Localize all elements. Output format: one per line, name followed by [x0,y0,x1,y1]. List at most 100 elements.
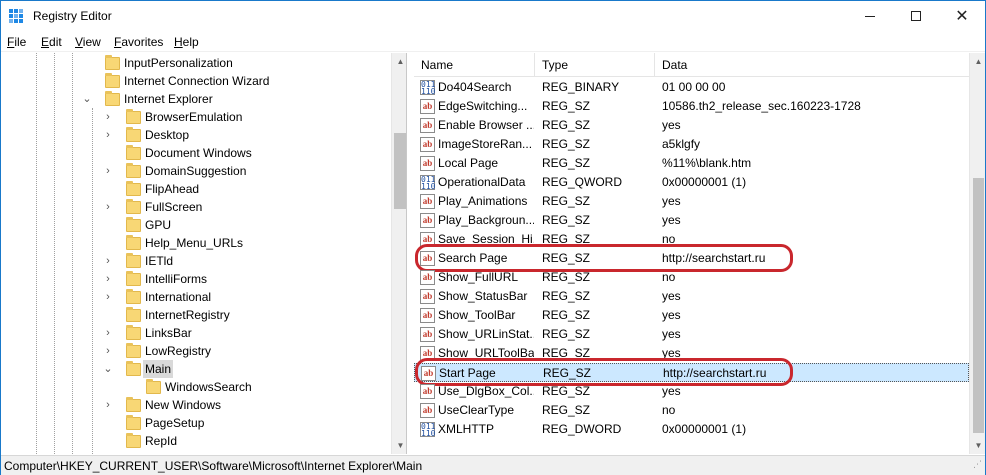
chevron-down-icon[interactable]: ⌄ [82,90,92,108]
tree-item[interactable]: › International [2,288,390,306]
chevron-right-icon[interactable]: › [103,342,113,360]
value-row[interactable]: ab Local Page REG_SZ %11%\blank.htm [414,154,969,173]
tree-item[interactable]: › DomainSuggestion [2,162,390,180]
folder-icon [126,433,141,448]
value-type: REG_SZ [542,308,591,322]
tree-item-label: LinksBar [145,326,192,340]
tree-item-label: FlipAhead [145,182,200,196]
chevron-right-icon[interactable]: › [103,288,113,306]
minimize-icon [865,15,875,17]
tree-item[interactable]: Help_Menu_URLs [2,234,390,252]
value-row[interactable]: ab Play_Backgroun... REG_SZ yes [414,211,969,230]
chevron-right-icon[interactable]: › [103,162,113,180]
tree-item[interactable]: InputPersonalization [2,54,390,72]
tree-item[interactable]: › New Windows [2,396,390,414]
tree-item[interactable]: › FullScreen [2,198,390,216]
value-row[interactable]: 011 110 OperationalData REG_QWORD 0x00000001… [414,173,969,192]
tree-item[interactable]: › IntelliForms [2,270,390,288]
tree-item[interactable]: ⌄ Internet Explorer [2,90,390,108]
value-row[interactable]: ab Show_StatusBar REG_SZ yes [414,287,969,306]
menu-file[interactable]: File [7,35,26,49]
values-scrollbar[interactable]: ▲ ▼ [969,53,985,454]
value-row[interactable]: ab Show_ToolBar REG_SZ yes [414,306,969,325]
tree-item[interactable]: RepId [2,432,390,450]
scroll-down-arrow-icon[interactable]: ▼ [970,437,985,454]
scroll-up-arrow-icon[interactable]: ▲ [392,53,406,70]
value-data: 0x00000001 (1) [662,422,747,436]
chevron-right-icon[interactable]: › [103,108,113,126]
value-type: REG_SZ [542,289,591,303]
menu-help[interactable]: Help [174,35,199,49]
status-path: Computer\HKEY_CURRENT_USER\Software\Micr… [4,459,423,473]
values-list-pane[interactable]: Name Type Data 011 110 Do404Search REG_BINA… [414,53,985,454]
value-type: REG_SZ [542,327,591,341]
close-icon: ✕ [955,8,969,25]
column-header-name[interactable]: Name [414,53,535,77]
title-bar[interactable]: Registry Editor ✕ [1,1,985,31]
chevron-right-icon[interactable]: › [103,396,113,414]
folder-icon [126,307,141,322]
key-tree-pane[interactable]: InputPersonalization Internet Connection … [2,53,407,454]
value-type: REG_SZ [542,384,591,398]
value-data: yes [662,289,681,303]
folder-icon [126,127,141,142]
close-button[interactable]: ✕ [939,1,985,31]
value-row[interactable]: ab Show_URLinStat... REG_SZ yes [414,325,969,344]
value-row[interactable]: ab Enable Browser ... REG_SZ yes [414,116,969,135]
chevron-right-icon[interactable]: › [103,252,113,270]
value-row[interactable]: ab UseClearType REG_SZ no [414,401,969,420]
menu-edit[interactable]: Edit [41,35,62,49]
tree-item[interactable]: › IETld [2,252,390,270]
tree-item[interactable]: Document Windows [2,144,390,162]
tree-item[interactable]: WindowsSearch [2,378,390,396]
folder-icon [126,109,141,124]
registry-editor-window: Registry Editor ✕ File Edit View Favorit… [0,0,986,475]
value-name: EdgeSwitching... [438,99,528,113]
tree-item[interactable]: › LinksBar [2,324,390,342]
column-header-data[interactable]: Data [655,53,969,77]
status-bar: Computer\HKEY_CURRENT_USER\Software\Micr… [1,455,985,475]
chevron-right-icon[interactable]: › [103,270,113,288]
minimize-button[interactable] [847,1,893,31]
value-row[interactable]: 011 110 Do404Search REG_BINARY 01 00 00 00 [414,78,969,97]
string-value-icon: ab [420,213,435,228]
value-row[interactable]: ab Play_Animations REG_SZ yes [414,192,969,211]
tree-item[interactable]: › Desktop [2,126,390,144]
tree-item[interactable]: ⌄ Main [2,360,390,378]
tree-scrollbar[interactable]: ▲ ▼ [391,53,406,454]
resize-grip-icon[interactable]: ⋰ [970,460,982,473]
tree-item[interactable]: InternetRegistry [2,306,390,324]
value-name: Use_DlgBox_Col... [438,384,534,398]
tree-item[interactable]: Internet Connection Wizard [2,72,390,90]
tree-item[interactable]: GPU [2,216,390,234]
value-row[interactable]: ab ImageStoreRan... REG_SZ a5klgfy [414,135,969,154]
value-data: yes [662,327,681,341]
tree-item[interactable]: FlipAhead [2,180,390,198]
value-row[interactable]: ab Use_DlgBox_Col... REG_SZ yes [414,382,969,401]
value-row[interactable]: ab Show_FullURL REG_SZ no [414,268,969,287]
scroll-up-arrow-icon[interactable]: ▲ [970,53,985,70]
scroll-down-arrow-icon[interactable]: ▼ [392,437,406,454]
folder-icon [105,91,120,106]
maximize-button[interactable] [893,1,939,31]
value-type: REG_SZ [542,403,591,417]
string-value-icon: ab [420,156,435,171]
tree-item[interactable]: › LowRegistry [2,342,390,360]
chevron-right-icon[interactable]: › [103,324,113,342]
column-header-type[interactable]: Type [535,53,655,77]
values-scroll-thumb[interactable] [973,178,984,433]
chevron-down-icon[interactable]: ⌄ [103,360,113,378]
tree-item-label: LowRegistry [145,344,212,358]
string-value-icon: ab [420,384,435,399]
chevron-right-icon[interactable]: › [103,198,113,216]
tree-item[interactable]: PageSetup [2,414,390,432]
value-row[interactable]: 011 110 XMLHTTP REG_DWORD 0x00000001 (1) [414,420,969,439]
tree-item[interactable]: › BrowserEmulation [2,108,390,126]
chevron-right-icon[interactable]: › [103,126,113,144]
tree-item-label: InternetRegistry [145,308,230,322]
value-data: %11%\blank.htm [662,156,752,170]
menu-favorites[interactable]: Favorites [114,35,163,49]
menu-view[interactable]: View [75,35,101,49]
value-row[interactable]: ab EdgeSwitching... REG_SZ 10586.th2_releas… [414,97,969,116]
tree-scroll-thumb[interactable] [394,133,406,209]
